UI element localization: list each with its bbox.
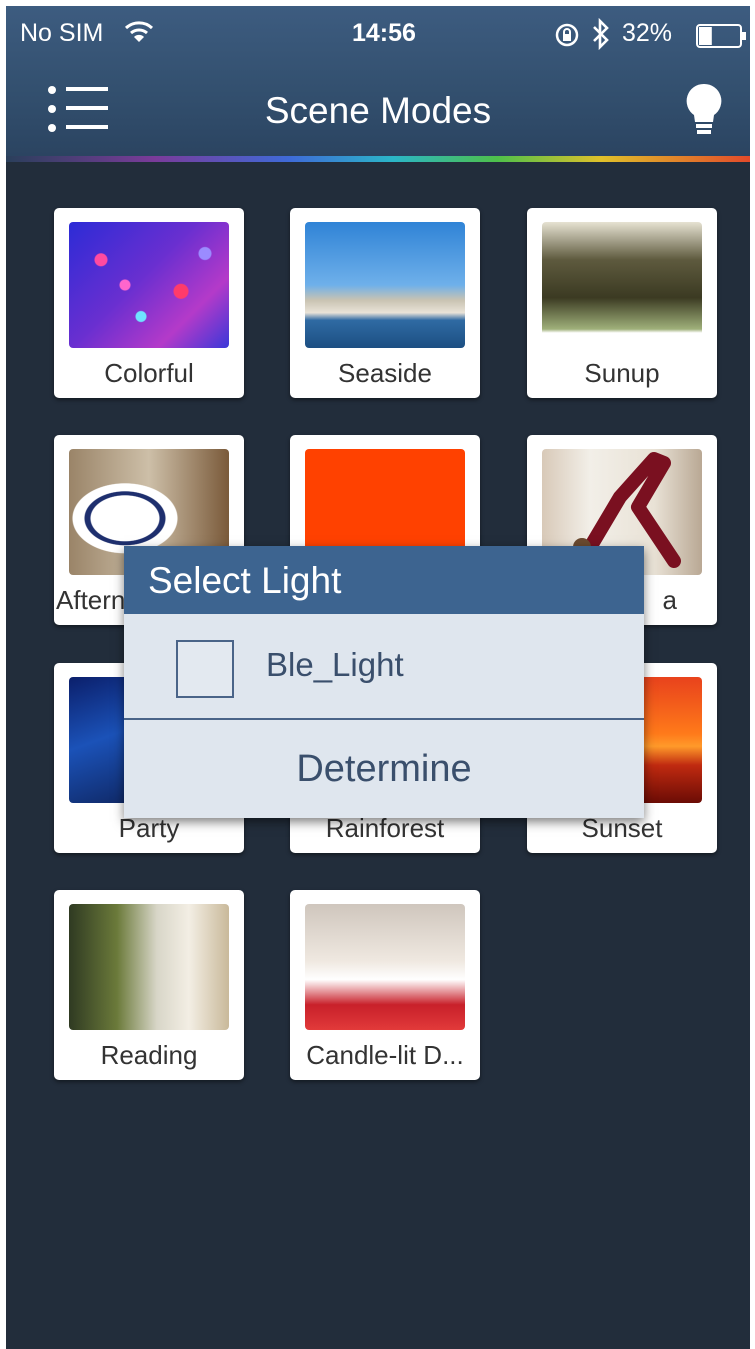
scene-image-reading <box>69 904 229 1030</box>
app-screen: No SIM 14:56 32% Scene Modes Colorful Se… <box>6 6 750 1349</box>
rotation-lock-icon <box>555 23 579 47</box>
bluetooth-icon <box>593 18 609 50</box>
status-time: 14:56 <box>352 19 416 47</box>
scene-label: Seaside <box>338 358 432 388</box>
scene-label: Reading <box>100 1040 198 1070</box>
top-bar: No SIM 14:56 32% Scene Modes <box>6 6 750 156</box>
scene-label: Sunup <box>584 358 660 388</box>
scene-image-seaside <box>305 222 465 348</box>
light-option-row[interactable]: Ble_Light <box>124 614 644 718</box>
scene-image-candle-lit <box>305 904 465 1030</box>
light-name-label: Ble_Light <box>266 646 404 683</box>
light-checkbox[interactable] <box>176 640 234 698</box>
scene-card-reading[interactable]: Reading <box>54 890 244 1080</box>
scene-image-colorful <box>69 222 229 348</box>
scene-label: Colorful <box>104 358 194 388</box>
determine-button[interactable]: Determine <box>124 720 644 818</box>
scene-card-candle-lit[interactable]: Candle-lit D... <box>290 890 480 1080</box>
dialog-title: Select Light <box>148 560 342 601</box>
select-light-dialog: Select Light Ble_Light Determine <box>124 546 644 818</box>
dialog-header: Select Light <box>124 546 644 614</box>
battery-percent: 32% <box>622 19 673 47</box>
page-title: Scene Modes <box>264 90 492 131</box>
scene-card-seaside[interactable]: Seaside <box>290 208 480 398</box>
scene-label: Candle-lit D... <box>306 1040 464 1070</box>
scene-card-sunup[interactable]: Sunup <box>527 208 717 398</box>
rainbow-divider <box>6 156 750 162</box>
wifi-icon <box>124 21 154 42</box>
scene-image-sunup <box>542 222 702 348</box>
scene-card-colorful[interactable]: Colorful <box>54 208 244 398</box>
carrier-label: No SIM <box>20 19 104 47</box>
battery-icon <box>696 24 746 48</box>
light-bulb-icon[interactable] <box>684 82 724 138</box>
